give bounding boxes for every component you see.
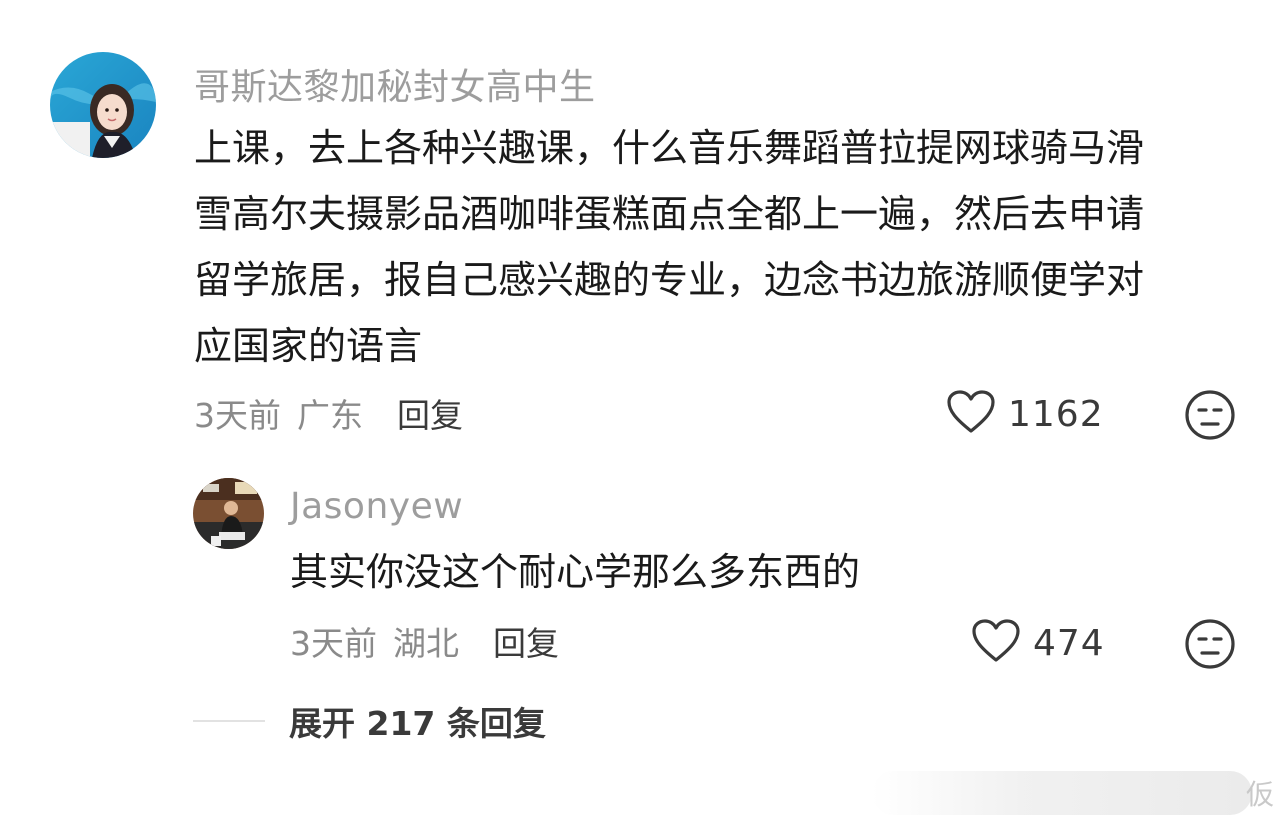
unamused-face-icon (1184, 389, 1236, 441)
comment-location: 湖北 (393, 624, 459, 663)
comment-username[interactable]: Jasonyew (290, 486, 463, 527)
comment-meta: 3天前 广东 回复 (194, 390, 463, 436)
comment-body: 其实你没这个耐心学那么多东西的 (290, 539, 1190, 605)
comment-thread: 哥斯达黎加秘封女高中生 上课，去上各种兴趣课，什么音乐舞蹈普拉提网球骑马滑 雪高… (0, 0, 1284, 823)
comment-text-line: 雪高尔夫摄影品酒咖啡蛋糕面点全都上一遍，然后去申请 (194, 192, 1145, 236)
comment-body: 上课，去上各种兴趣课，什么音乐舞蹈普拉提网球骑马滑 雪高尔夫摄影品酒咖啡蛋糕面点… (194, 115, 1254, 379)
comment-text-line: 上课，去上各种兴趣课，什么音乐舞蹈普拉提网球骑马滑 (194, 126, 1145, 170)
like-button[interactable]: 474 (971, 619, 1105, 667)
comment-username[interactable]: 哥斯达黎加秘封女高中生 (194, 58, 596, 110)
comment-meta: 3天前 湖北 回复 (290, 618, 559, 664)
like-count: 474 (1033, 622, 1105, 664)
heart-outline-icon (946, 389, 996, 439)
dislike-button[interactable] (1184, 618, 1236, 670)
dislike-button[interactable] (1184, 389, 1236, 441)
divider-line (193, 720, 265, 722)
comment-text-line: 留学旅居，报自己感兴趣的专业，边念书边旅游顺便学对 (194, 258, 1145, 302)
unamused-face-icon (1184, 618, 1236, 670)
watermark-text: 仮 (1246, 778, 1275, 811)
user-avatar[interactable] (50, 52, 156, 158)
comment-text-line: 其实你没这个耐心学那么多东西的 (290, 550, 861, 594)
heart-outline-icon (971, 618, 1021, 668)
like-count: 1162 (1008, 393, 1104, 435)
user-avatar[interactable] (193, 478, 264, 549)
comment-time: 3天前 (194, 396, 281, 435)
reply-button[interactable]: 回复 (397, 389, 463, 437)
comment-text-line: 应国家的语言 (194, 324, 423, 368)
comment-location: 广东 (297, 396, 363, 435)
expand-replies-label: 展开 217 条回复 (289, 704, 546, 743)
comment-time: 3天前 (290, 624, 377, 663)
expand-replies-button[interactable]: 展开 217 条回复 (193, 699, 546, 743)
reply-button[interactable]: 回复 (493, 617, 559, 665)
like-button[interactable]: 1162 (946, 390, 1104, 438)
watermark-bar (872, 771, 1252, 815)
